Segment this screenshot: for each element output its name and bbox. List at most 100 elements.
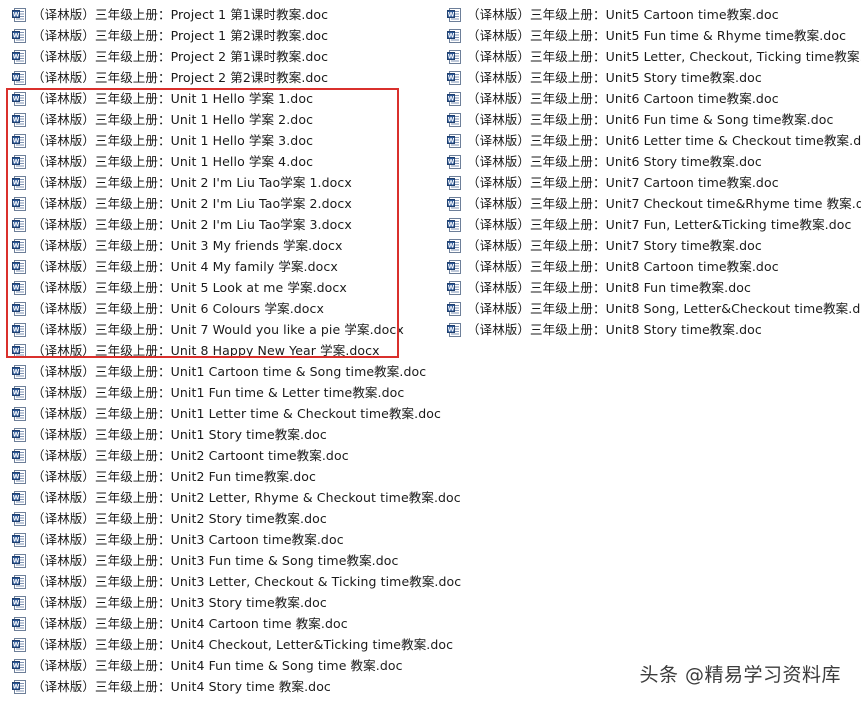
file-item[interactable]: W （译林版）三年级上册：Unit3 Fun time & Song time教案… <box>12 550 432 571</box>
file-item[interactable]: W （译林版）三年级上册：Unit6 Letter time & Checkout… <box>447 130 861 151</box>
file-item[interactable]: W （译林版）三年级上册：Project 1 第1课时教案.doc <box>12 4 432 25</box>
file-item[interactable]: W （译林版）三年级上册：Unit4 Fun time & Song time 教… <box>12 655 432 676</box>
file-item[interactable]: W （译林版）三年级上册：Project 2 第2课时教案.doc <box>12 67 432 88</box>
word-doc-icon: W <box>447 28 461 43</box>
svg-text:W: W <box>13 137 20 144</box>
file-item[interactable]: W （译林版）三年级上册：Unit6 Fun time & Song time教案… <box>447 109 857 130</box>
file-name: （译林版）三年级上册：Unit 1 Hello 学案 4.doc <box>32 154 314 169</box>
file-item[interactable]: W （译林版）三年级上册：Unit8 Song, Letter&Checkout … <box>447 298 861 319</box>
svg-text:W: W <box>13 557 20 564</box>
file-name: （译林版）三年级上册：Unit1 Fun time & Letter time教… <box>32 385 405 400</box>
file-item[interactable]: W （译林版）三年级上册：Unit3 Letter, Checkout & Tic… <box>12 571 461 592</box>
file-item[interactable]: W （译林版）三年级上册：Unit3 Story time教案.doc <box>12 592 432 613</box>
file-item[interactable]: W （译林版）三年级上册：Unit 2 I'm Liu Tao学案 2.docx <box>12 193 432 214</box>
word-doc-icon: W <box>447 49 461 64</box>
file-item[interactable]: W （译林版）三年级上册：Unit1 Cartoon time & Song ti… <box>12 361 432 382</box>
svg-text:W: W <box>13 641 20 648</box>
file-item[interactable]: W （译林版）三年级上册：Unit 1 Hello 学案 4.doc <box>12 151 432 172</box>
file-item[interactable]: W （译林版）三年级上册：Unit5 Letter, Checkout, Tick… <box>447 46 861 67</box>
word-doc-icon: W <box>12 196 26 211</box>
file-item[interactable]: W （译林版）三年级上册：Unit2 Fun time教案.doc <box>12 466 432 487</box>
file-name: （译林版）三年级上册：Unit7 Story time教案.doc <box>467 238 762 253</box>
word-doc-icon: W <box>12 7 26 22</box>
file-name: （译林版）三年级上册：Unit5 Fun time & Rhyme time教案… <box>467 28 847 43</box>
svg-text:W: W <box>13 473 20 480</box>
svg-text:W: W <box>13 263 20 270</box>
file-name: （译林版）三年级上册：Unit4 Fun time & Song time 教案… <box>32 658 403 673</box>
svg-text:W: W <box>13 326 20 333</box>
word-doc-icon: W <box>447 91 461 106</box>
word-doc-icon: W <box>447 70 461 85</box>
file-item[interactable]: W （译林版）三年级上册：Unit 2 I'm Liu Tao学案 1.docx <box>12 172 432 193</box>
file-item[interactable]: W （译林版）三年级上册：Unit8 Story time教案.doc <box>447 319 857 340</box>
file-item[interactable]: W （译林版）三年级上册：Unit8 Cartoon time教案.doc <box>447 256 857 277</box>
file-item[interactable]: W （译林版）三年级上册：Unit 2 I'm Liu Tao学案 3.docx <box>12 214 432 235</box>
file-item[interactable]: W （译林版）三年级上册：Unit4 Cartoon time 教案.doc <box>12 613 432 634</box>
file-item[interactable]: W （译林版）三年级上册：Unit7 Fun, Letter&Ticking ti… <box>447 214 857 235</box>
word-doc-icon: W <box>447 154 461 169</box>
file-item[interactable]: W （译林版）三年级上册：Unit 8 Happy New Year 学案.doc… <box>12 340 432 361</box>
word-doc-icon: W <box>447 280 461 295</box>
file-name: （译林版）三年级上册：Unit 2 I'm Liu Tao学案 2.docx <box>32 196 352 211</box>
file-item[interactable]: W （译林版）三年级上册：Unit5 Fun time & Rhyme time教… <box>447 25 857 46</box>
file-item[interactable]: W （译林版）三年级上册：Unit 1 Hello 学案 2.doc <box>12 109 432 130</box>
file-item[interactable]: W （译林版）三年级上册：Unit 4 My family 学案.docx <box>12 256 432 277</box>
word-doc-icon: W <box>12 574 26 589</box>
file-name: （译林版）三年级上册：Unit5 Cartoon time教案.doc <box>467 7 779 22</box>
file-item[interactable]: W （译林版）三年级上册：Unit1 Fun time & Letter time… <box>12 382 432 403</box>
word-doc-icon: W <box>12 91 26 106</box>
file-name: （译林版）三年级上册：Project 1 第2课时教案.doc <box>32 28 329 43</box>
file-item[interactable]: W （译林版）三年级上册：Unit6 Story time教案.doc <box>447 151 857 172</box>
svg-text:W: W <box>448 53 455 60</box>
file-item[interactable]: W （译林版）三年级上册：Project 2 第1课时教案.doc <box>12 46 432 67</box>
file-item[interactable]: W （译林版）三年级上册：Unit3 Cartoon time教案.doc <box>12 529 432 550</box>
word-doc-icon: W <box>447 217 461 232</box>
file-item[interactable]: W （译林版）三年级上册：Unit5 Cartoon time教案.doc <box>447 4 857 25</box>
word-doc-icon: W <box>447 301 461 316</box>
file-item[interactable]: W （译林版）三年级上册：Unit 1 Hello 学案 1.doc <box>12 88 432 109</box>
file-item[interactable]: W （译林版）三年级上册：Unit6 Cartoon time教案.doc <box>447 88 857 109</box>
file-item[interactable]: W （译林版）三年级上册：Unit8 Fun time教案.doc <box>447 277 857 298</box>
word-doc-icon: W <box>447 7 461 22</box>
svg-text:W: W <box>448 11 455 18</box>
file-item[interactable]: W （译林版）三年级上册：Unit2 Letter, Rhyme & Checko… <box>12 487 461 508</box>
file-item[interactable]: W （译林版）三年级上册：Unit 5 Look at me 学案.docx <box>12 277 432 298</box>
file-item[interactable]: W （译林版）三年级上册：Unit5 Story time教案.doc <box>447 67 857 88</box>
file-name: （译林版）三年级上册：Unit4 Cartoon time 教案.doc <box>32 616 348 631</box>
file-name: （译林版）三年级上册：Unit 6 Colours 学案.docx <box>32 301 325 316</box>
svg-text:W: W <box>448 137 455 144</box>
file-name: （译林版）三年级上册：Unit 5 Look at me 学案.docx <box>32 280 347 295</box>
file-name: （译林版）三年级上册：Unit6 Story time教案.doc <box>467 154 762 169</box>
file-item[interactable]: W （译林版）三年级上册：Unit 7 Would you like a pie … <box>12 319 432 340</box>
file-item[interactable]: W （译林版）三年级上册：Unit 3 My friends 学案.docx <box>12 235 432 256</box>
word-doc-icon: W <box>12 511 26 526</box>
word-doc-icon: W <box>12 679 26 694</box>
svg-text:W: W <box>448 263 455 270</box>
file-item[interactable]: W （译林版）三年级上册：Project 1 第2课时教案.doc <box>12 25 432 46</box>
word-doc-icon: W <box>12 154 26 169</box>
file-item[interactable]: W （译林版）三年级上册：Unit7 Cartoon time教案.doc <box>447 172 857 193</box>
file-item[interactable]: W （译林版）三年级上册：Unit7 Checkout time&Rhyme ti… <box>447 193 861 214</box>
file-item[interactable]: W （译林版）三年级上册：Unit2 Story time教案.doc <box>12 508 432 529</box>
svg-text:W: W <box>448 221 455 228</box>
file-item[interactable]: W （译林版）三年级上册：Unit1 Letter time & Checkout… <box>12 403 441 424</box>
word-doc-icon: W <box>12 49 26 64</box>
file-name: （译林版）三年级上册：Unit4 Checkout, Letter&Tickin… <box>32 637 454 652</box>
svg-text:W: W <box>13 452 20 459</box>
file-item[interactable]: W （译林版）三年级上册：Unit 1 Hello 学案 3.doc <box>12 130 432 151</box>
word-doc-icon: W <box>12 70 26 85</box>
file-item[interactable]: W （译林版）三年级上册：Unit7 Story time教案.doc <box>447 235 857 256</box>
word-doc-icon: W <box>447 238 461 253</box>
file-name: （译林版）三年级上册：Unit1 Cartoon time & Song tim… <box>32 364 427 379</box>
svg-text:W: W <box>448 326 455 333</box>
file-item[interactable]: W （译林版）三年级上册：Unit 6 Colours 学案.docx <box>12 298 432 319</box>
file-item[interactable]: W （译林版）三年级上册：Unit4 Checkout, Letter&Ticki… <box>12 634 453 655</box>
file-item[interactable]: W （译林版）三年级上册：Unit2 Cartoont time教案.doc <box>12 445 432 466</box>
svg-text:W: W <box>13 347 20 354</box>
file-item[interactable]: W （译林版）三年级上册：Unit4 Story time 教案.doc <box>12 676 432 697</box>
file-item[interactable]: W （译林版）三年级上册：Unit1 Story time教案.doc <box>12 424 432 445</box>
word-doc-icon: W <box>12 427 26 442</box>
file-name: （译林版）三年级上册：Unit1 Story time教案.doc <box>32 427 327 442</box>
file-name: （译林版）三年级上册：Unit 2 I'm Liu Tao学案 1.docx <box>32 175 352 190</box>
word-doc-icon: W <box>12 595 26 610</box>
